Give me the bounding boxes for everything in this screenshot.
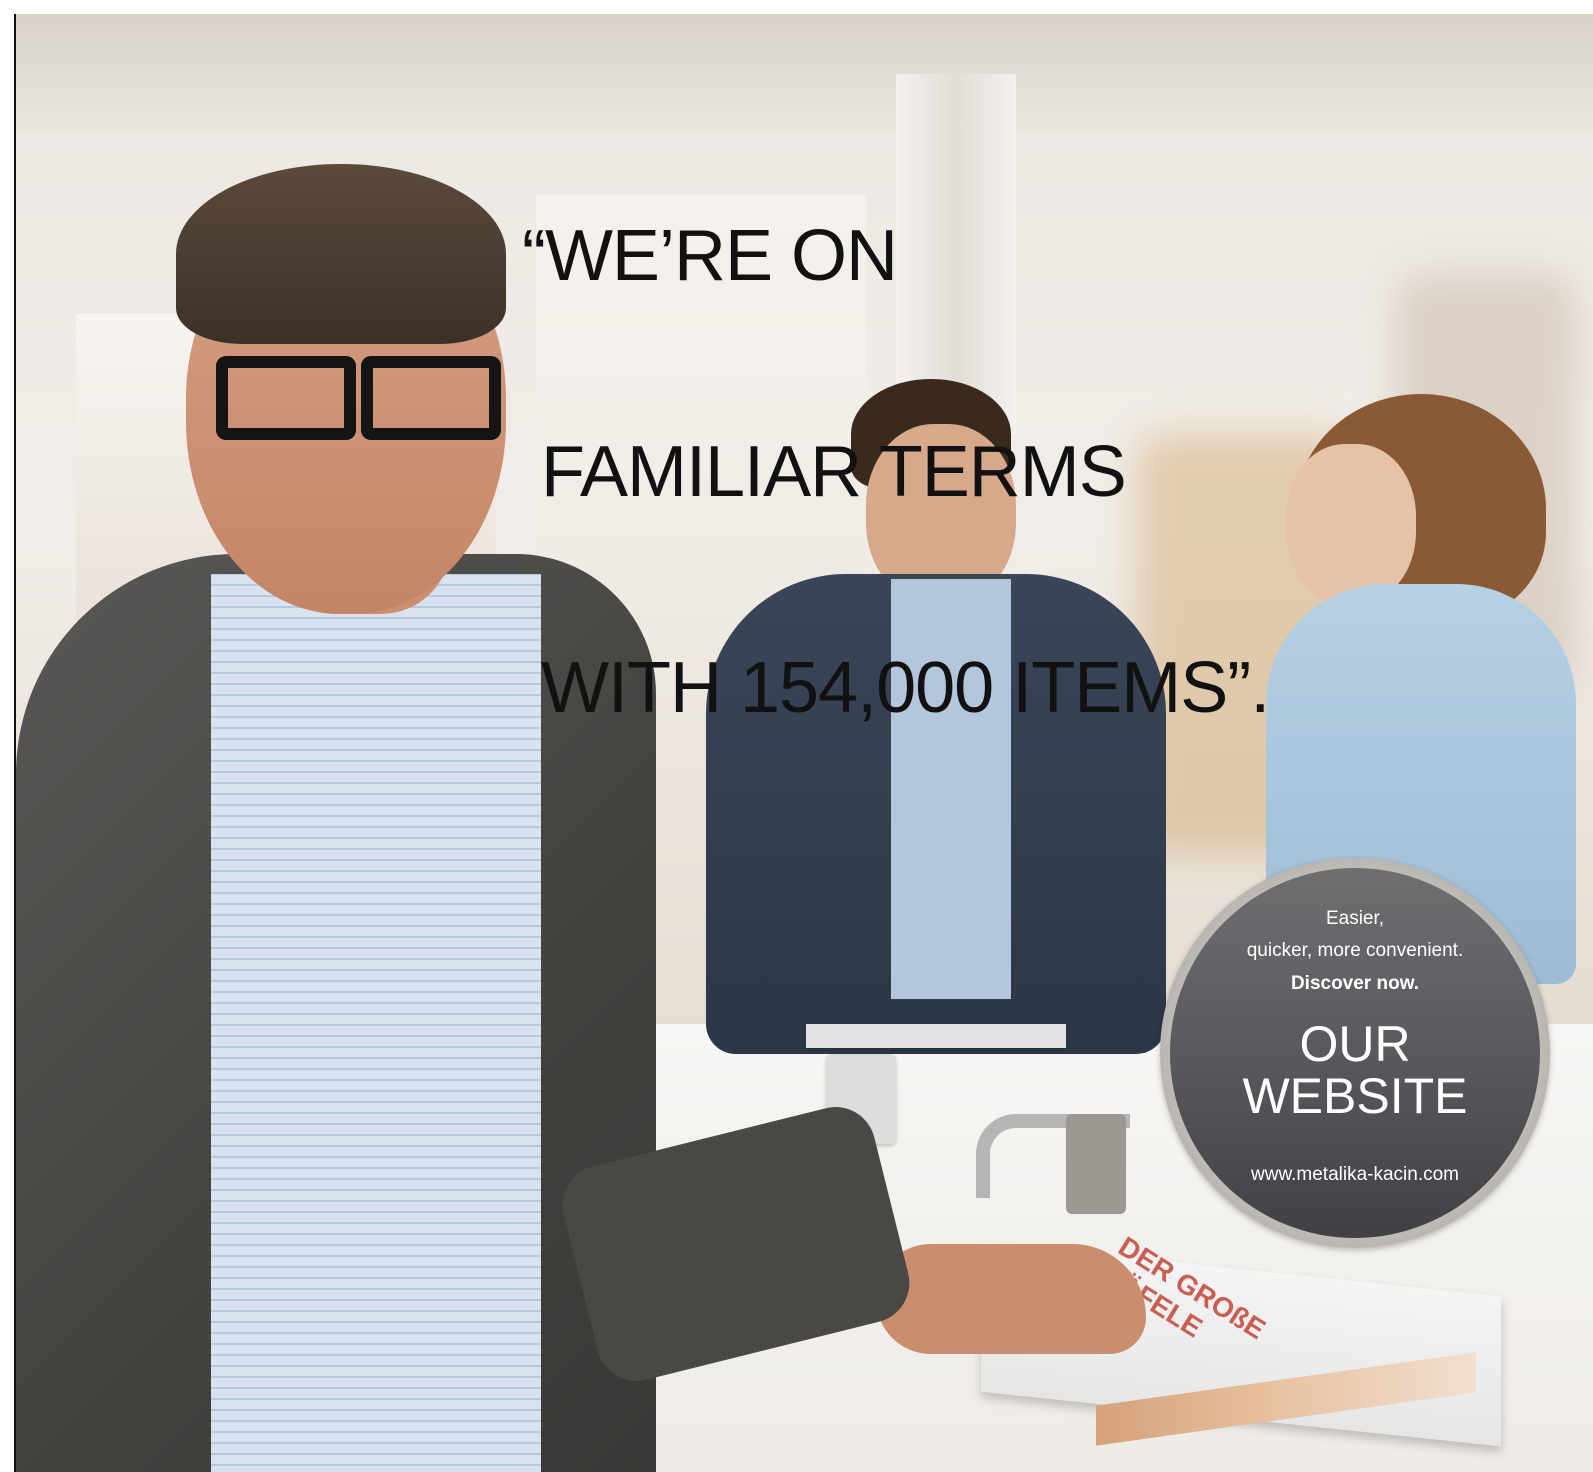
headline-line-2: FAMILIAR TERMS: [522, 432, 1127, 512]
badge-website-url[interactable]: www.metalika-kacin.com: [1170, 1164, 1540, 1186]
foreground-man-hair: [176, 164, 506, 344]
headline-line-3: WITH 154,000 ITEMS”.: [522, 648, 1270, 728]
badge-discover-link[interactable]: Discover now.: [1170, 973, 1540, 995]
badge-title-website: WEBSITE: [1242, 1068, 1468, 1124]
badge-title-our: OUR: [1299, 1016, 1411, 1072]
glasses-right-lens: [361, 356, 501, 440]
headline: “WE’RE ON FAMILIAR TERMS WITH 154,000 IT…: [522, 76, 1270, 868]
woman-face: [1286, 444, 1416, 604]
handle-plate-product: [1066, 1114, 1126, 1214]
top-margin: [0, 0, 1593, 14]
badge-text-easier: Easier,: [1325, 908, 1385, 929]
foreground-man-hand: [876, 1244, 1146, 1354]
headline-line-1: “WE’RE ON: [522, 216, 898, 296]
rail-product: [806, 1024, 1066, 1048]
glasses-left-lens: [216, 356, 356, 440]
website-badge[interactable]: Easier, quicker, more convenient. Discov…: [1170, 868, 1540, 1238]
badge-text-quicker: quicker, more convenient.: [1246, 940, 1464, 961]
foreground-man-shirt: [211, 574, 541, 1472]
advert-page: DER GROßE HÄFELE “WE’RE ON FAMILIAR TERM…: [0, 0, 1593, 1472]
